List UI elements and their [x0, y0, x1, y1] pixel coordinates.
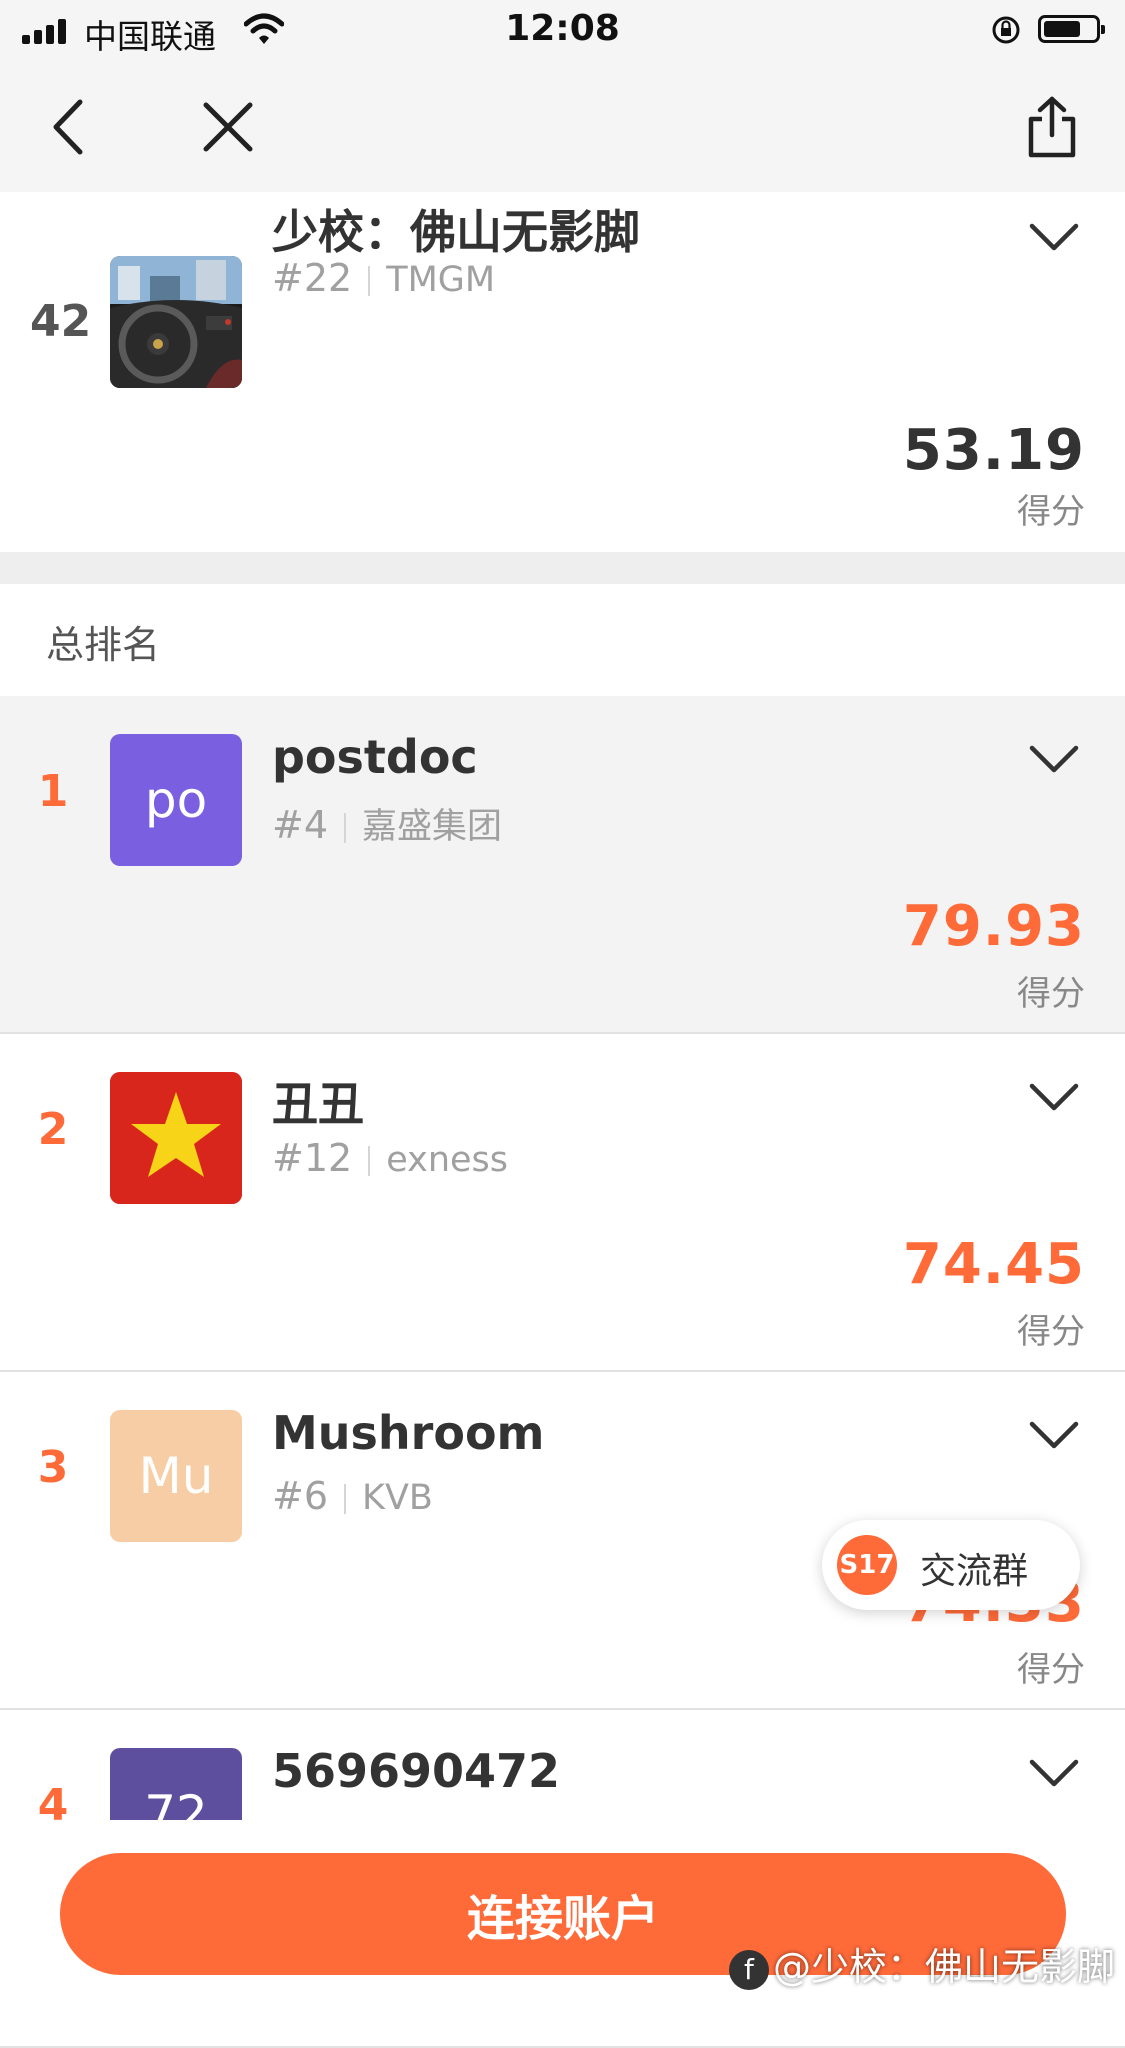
- separator: [344, 1483, 347, 1514]
- close-icon: [203, 102, 253, 152]
- user-name: 丑丑: [272, 1077, 364, 1131]
- chevron-down-icon[interactable]: [1026, 1754, 1082, 1794]
- back-button[interactable]: [28, 87, 108, 167]
- leaderboard-row[interactable]: 2 丑丑 #12 exness 74.45 得分: [0, 1034, 1125, 1372]
- my-name: 少校：佛山无影脚: [272, 205, 640, 259]
- my-score-label: 得分: [1017, 492, 1085, 532]
- avatar: [110, 1072, 242, 1204]
- broker-name: exness: [386, 1140, 509, 1180]
- user-meta: #6 KVB: [272, 1474, 433, 1518]
- chevron-down-icon[interactable]: [1026, 1078, 1082, 1118]
- separator: [368, 1145, 371, 1176]
- chevron-down-icon[interactable]: [1026, 740, 1082, 780]
- status-bar: 中国联通 12:08: [0, 0, 1125, 62]
- avatar-initials: Mu: [138, 1447, 214, 1505]
- my-meta: #22 TMGM: [272, 256, 495, 300]
- group-chat-button[interactable]: S17 交流群: [822, 1520, 1080, 1610]
- my-rank-card[interactable]: 42 少校：佛山无影脚 #22 TMGM 53.19 得分: [0, 192, 1125, 552]
- car-steering-wheel-photo: [110, 256, 242, 388]
- score-label: 得分: [1017, 1312, 1085, 1352]
- bottom-bar: 连接账户 f @少校：佛山无影脚: [0, 1820, 1125, 2001]
- score-label: 得分: [1017, 1650, 1085, 1690]
- navigation-bar: [0, 62, 1125, 192]
- avatar-initials: po: [144, 771, 208, 829]
- user-name: 569690472: [272, 1744, 561, 1798]
- user-name: postdoc: [272, 730, 478, 784]
- leaderboard-row[interactable]: 1 po postdoc #4 嘉盛集团 79.93 得分: [0, 696, 1125, 1034]
- chevron-left-icon: [53, 99, 83, 155]
- my-avatar: [110, 256, 242, 388]
- chevron-down-icon[interactable]: [1026, 1416, 1082, 1456]
- score-value: 74.45: [902, 1232, 1085, 1297]
- chevron-down-icon[interactable]: [1026, 218, 1082, 258]
- broker-name: KVB: [362, 1478, 433, 1518]
- score-value: 79.93: [902, 894, 1085, 959]
- battery-icon: [1038, 15, 1105, 43]
- broker-name: 嘉盛集团: [362, 807, 503, 847]
- share-button[interactable]: [1012, 87, 1092, 167]
- cellular-signal-icon: [22, 18, 74, 44]
- share-icon: [1028, 96, 1076, 158]
- close-button[interactable]: [188, 87, 268, 167]
- weibo-logo-icon: f: [728, 1949, 769, 1990]
- id-tag: #12: [272, 1136, 353, 1180]
- my-broker: TMGM: [386, 260, 496, 300]
- my-score: 53.19: [902, 418, 1085, 483]
- section-header: 总排名: [0, 584, 1125, 696]
- rank-number: 1: [37, 766, 69, 817]
- user-meta: #12 exness: [272, 1136, 508, 1180]
- my-rank-number: 42: [30, 296, 92, 347]
- carrier-name: 中国联通: [84, 17, 216, 56]
- section-divider: [0, 552, 1125, 584]
- user-meta: #4 嘉盛集团: [272, 798, 502, 849]
- star-flag-icon: [110, 1072, 242, 1204]
- avatar: po: [110, 734, 242, 866]
- separator: [368, 265, 371, 296]
- watermark-text: @少校：佛山无影脚: [772, 1945, 1115, 1989]
- orientation-lock-icon: [992, 16, 1020, 44]
- chat-label: 交流群: [920, 1551, 1029, 1592]
- wifi-icon: [244, 13, 284, 44]
- watermark: f @少校：佛山无影脚: [728, 1936, 1115, 1991]
- score-label: 得分: [1017, 974, 1085, 1014]
- separator: [344, 812, 347, 843]
- user-name: Mushroom: [272, 1406, 545, 1460]
- section-title: 总排名: [46, 623, 161, 667]
- id-tag: #6: [272, 1474, 329, 1518]
- chat-badge: S17: [837, 1535, 897, 1595]
- rank-number: 3: [37, 1442, 69, 1493]
- rank-number: 2: [37, 1104, 69, 1155]
- id-tag: #4: [272, 803, 329, 847]
- avatar: Mu: [110, 1410, 242, 1542]
- my-id-tag: #22: [272, 256, 353, 300]
